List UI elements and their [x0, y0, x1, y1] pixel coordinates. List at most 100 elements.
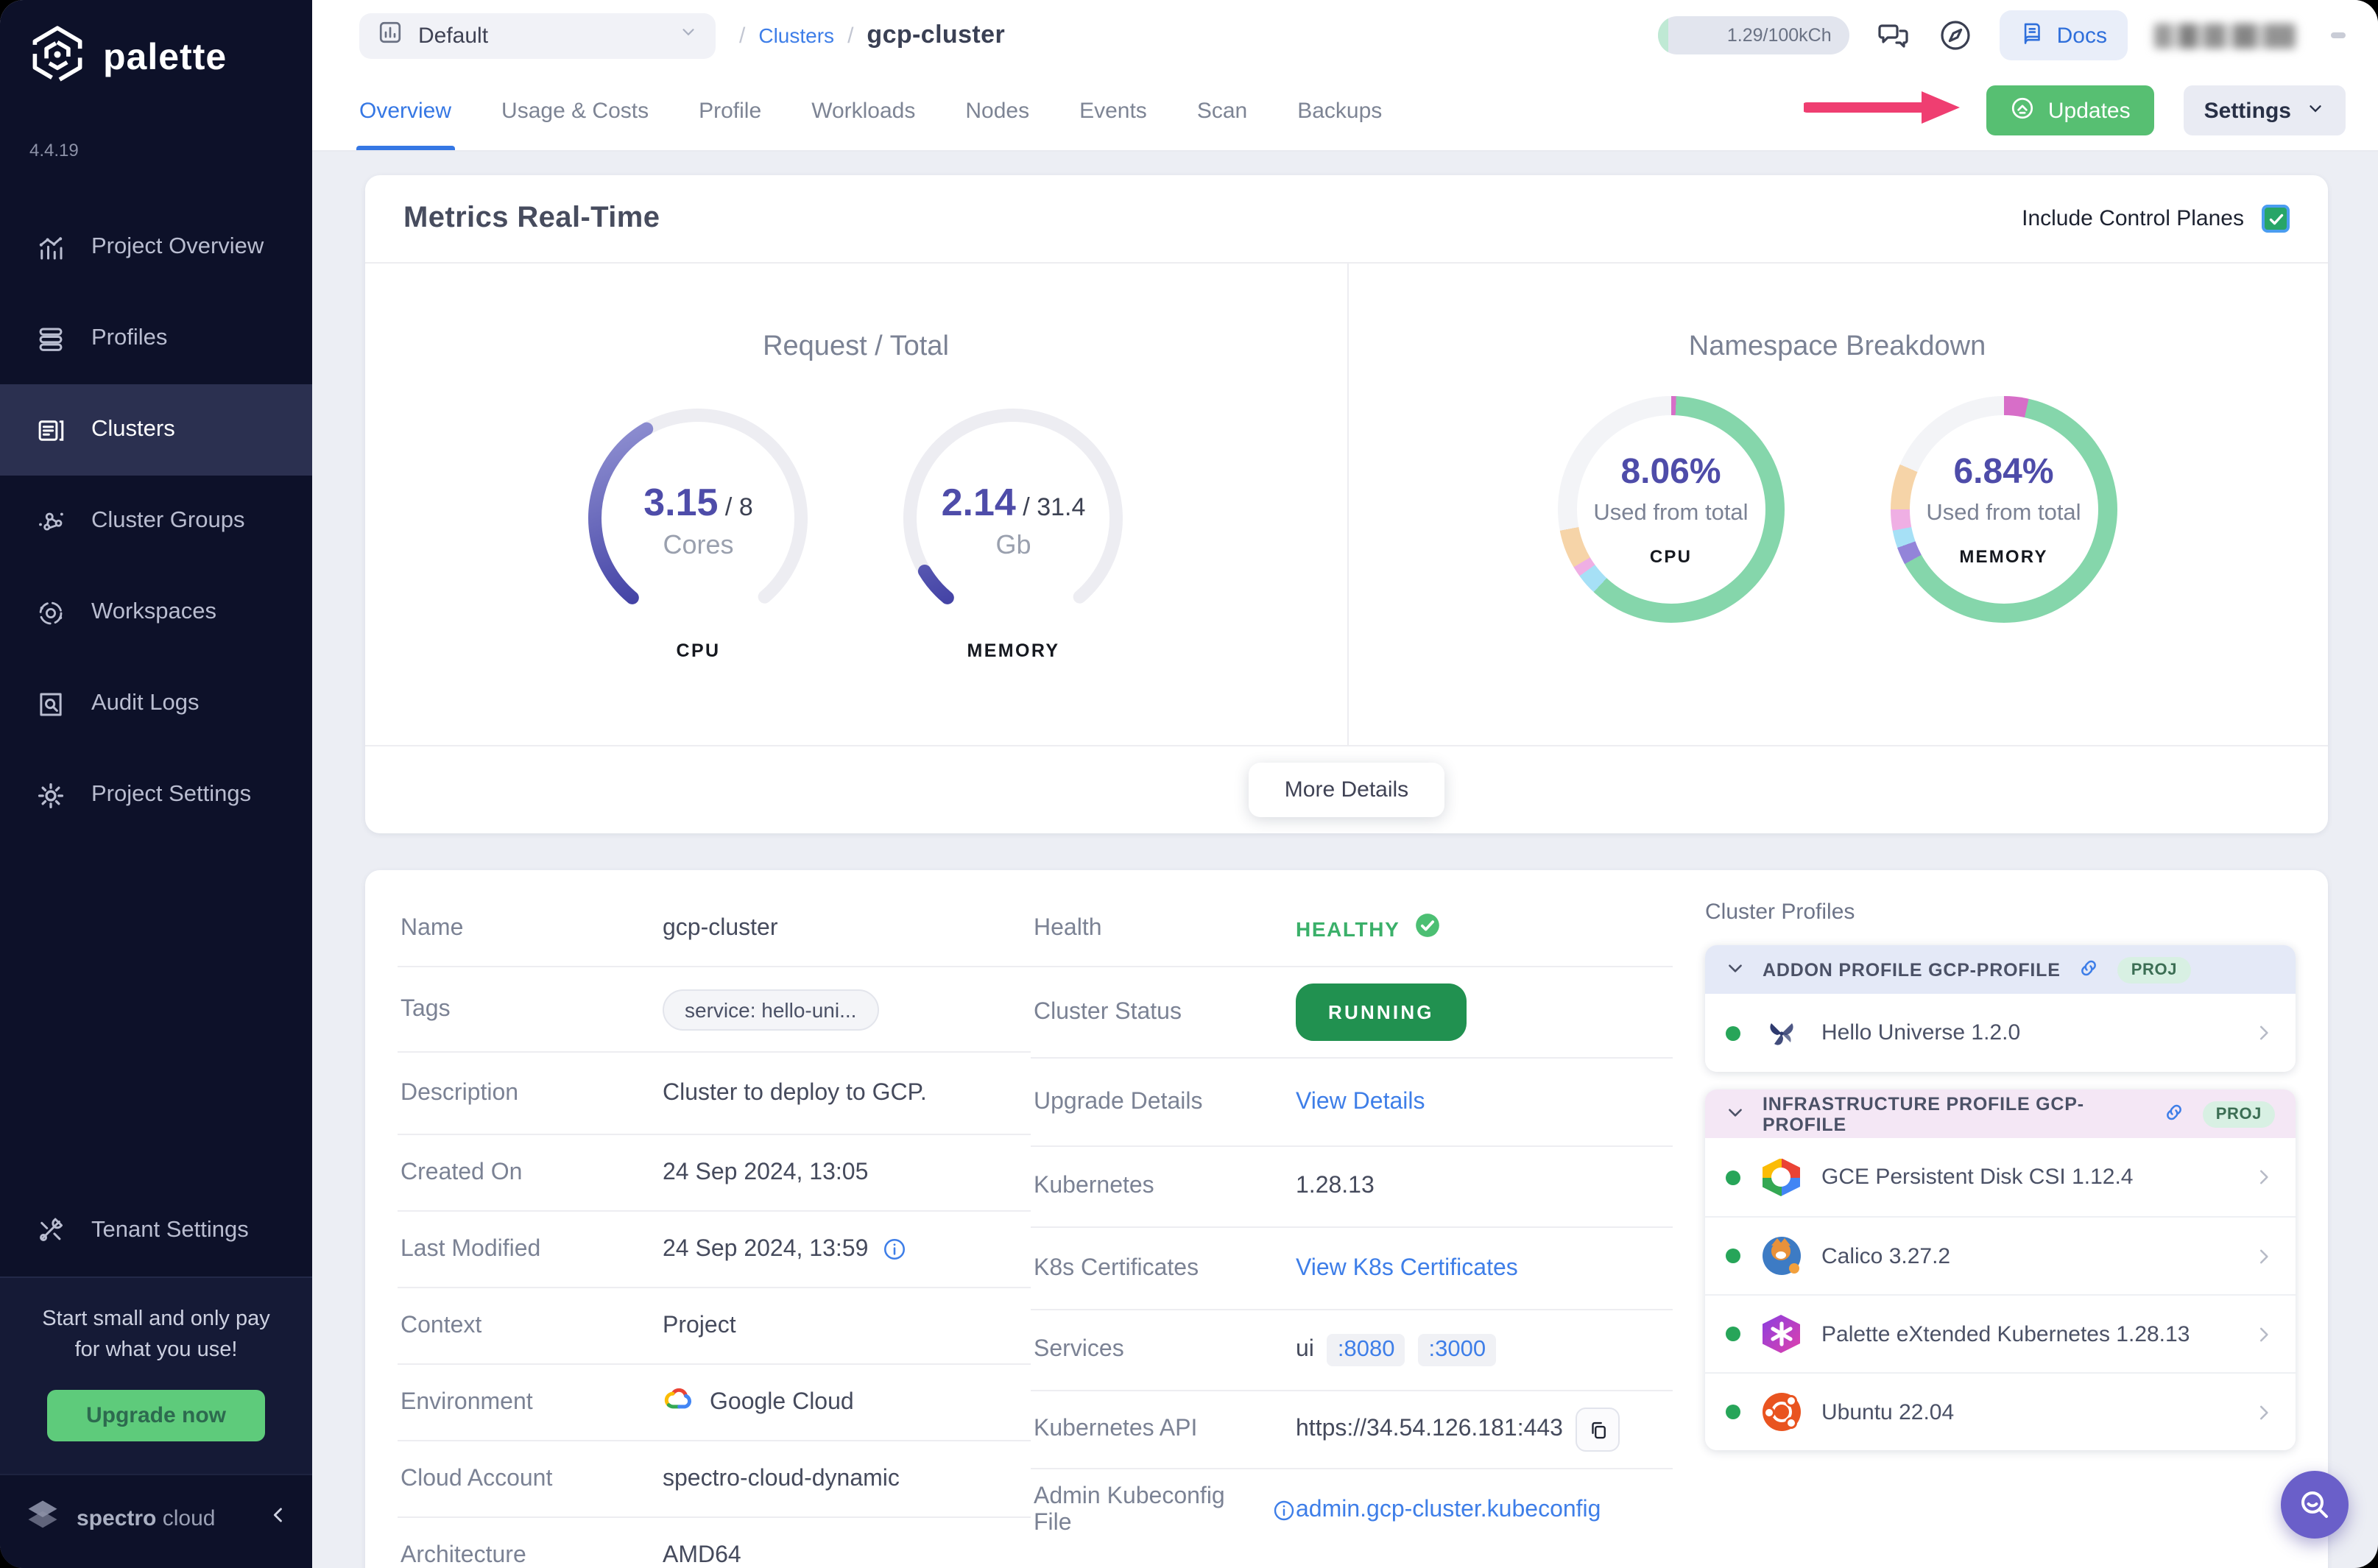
sidebar-item-clusters[interactable]: Clusters — [0, 384, 312, 476]
profile-layer-name: Calico 3.27.2 — [1821, 1243, 1951, 1268]
namespace-breakdown-panel: Namespace Breakdown 8.06% Used from tota… — [1347, 264, 2328, 745]
chat-icon[interactable] — [1876, 18, 1911, 53]
info-icon[interactable] — [881, 1237, 906, 1262]
description-value: Cluster to deploy to GCP. — [663, 1080, 927, 1105]
sidebar-item-label: Audit Logs — [91, 691, 200, 716]
info-icon[interactable] — [1272, 1499, 1296, 1522]
memory-total-value: 31.4 — [1037, 492, 1086, 520]
search-fab-button[interactable] — [2281, 1471, 2349, 1539]
book-icon — [2020, 20, 2045, 51]
metrics-card: Metrics Real-Time Include Control Planes… — [365, 175, 2328, 833]
settings-button[interactable]: Settings — [2183, 85, 2346, 135]
profile-layer-row[interactable]: Palette eXtended Kubernetes 1.28.13 — [1705, 1294, 2296, 1372]
status-dot — [1726, 1405, 1740, 1419]
topbar: Default / Clusters / gcp-cluster 1.29/10… — [312, 0, 2378, 71]
sidebar-item-audit-logs[interactable]: Audit Logs — [0, 658, 312, 749]
docs-button[interactable]: Docs — [1999, 10, 2128, 60]
tag-chip[interactable]: service: hello-uni... — [663, 989, 879, 1030]
sidebar-item-label: Tenant Settings — [91, 1217, 249, 1243]
gce-disk-logo-icon — [1761, 1157, 1801, 1197]
view-k8s-certificates-link[interactable]: View K8s Certificates — [1296, 1255, 1518, 1282]
sidebar-item-tenant-settings[interactable]: Tenant Settings — [0, 1185, 312, 1276]
tab-nodes[interactable]: Nodes — [965, 71, 1029, 150]
palette-logo-icon — [27, 24, 88, 93]
cpu-caption: CPU — [676, 640, 721, 661]
namespace-memory-caption: MEMORY — [1959, 546, 2048, 567]
tab-workloads[interactable]: Workloads — [811, 71, 915, 150]
infrastructure-profile-header[interactable]: INFRASTRUCTURE PROFILE GCP-PROFILE PROJ — [1705, 1090, 2296, 1138]
circle-up-icon — [2010, 95, 2035, 126]
table-row: Kubernetes 1.28.13 — [1031, 1147, 1673, 1228]
tab-scan[interactable]: Scan — [1197, 71, 1247, 150]
breadcrumb-clusters-link[interactable]: Clusters — [758, 24, 834, 47]
chevron-down-icon — [2306, 98, 2325, 123]
sidebar-item-project-settings[interactable]: Project Settings — [0, 749, 312, 841]
sidebar-item-label: Clusters — [91, 417, 175, 442]
scope-badge: PROJ — [2117, 956, 2191, 983]
service-port-link[interactable]: :3000 — [1418, 1334, 1497, 1366]
namespace-memory-subtitle: Used from total — [1926, 501, 2081, 526]
bar-chart-icon — [35, 232, 66, 263]
compass-icon[interactable] — [1938, 18, 1973, 53]
profile-layer-name: Palette eXtended Kubernetes 1.28.13 — [1821, 1321, 2190, 1346]
chevron-right-icon — [2253, 1245, 2275, 1267]
service-port-link[interactable]: :8080 — [1327, 1334, 1405, 1366]
status-dot — [1726, 1170, 1740, 1184]
namespace-cpu-percent: 8.06% — [1620, 452, 1721, 492]
infrastructure-profile-name: INFRASTRUCTURE PROFILE GCP-PROFILE — [1763, 1093, 2084, 1134]
namespace-cpu-subtitle: Used from total — [1593, 501, 1749, 526]
table-row: Admin Kubeconfig File admin.gcp-cluster.… — [1034, 1484, 1601, 1536]
tab-usage-costs[interactable]: Usage & Costs — [501, 71, 649, 150]
tab-profile[interactable]: Profile — [699, 71, 761, 150]
check-circle-icon — [1413, 911, 1441, 946]
profile-layer-row[interactable]: Hello Universe 1.2.0 — [1705, 994, 2296, 1072]
kubeconfig-download-link[interactable]: admin.gcp-cluster.kubeconfig — [1296, 1497, 1601, 1524]
sidebar-item-cluster-groups[interactable]: Cluster Groups — [0, 476, 312, 567]
view-details-link[interactable]: View Details — [1296, 1089, 1425, 1115]
sidebar-footer: spectro cloud — [0, 1474, 312, 1568]
upgrade-now-button[interactable]: Upgrade now — [47, 1390, 264, 1441]
chevron-right-icon — [2253, 1401, 2275, 1423]
table-row: Cloud Account spectro-cloud-dynamic — [398, 1441, 1031, 1518]
sidebar-item-label: Project Settings — [91, 782, 252, 807]
ubuntu-logo-icon — [1761, 1392, 1801, 1432]
namespace-breakdown-title: Namespace Breakdown — [1688, 331, 1986, 362]
updates-button[interactable]: Updates — [1986, 85, 2154, 135]
table-row: Last Modified 24 Sep 2024, 13:59 — [398, 1212, 1031, 1288]
table-row: Cluster Status RUNNING — [1031, 967, 1673, 1059]
profile-layer-row[interactable]: Ubuntu 22.04 — [1705, 1372, 2296, 1450]
addon-profile-name: ADDON PROFILE GCP-PROFILE — [1763, 959, 2061, 980]
cloud-account-value: spectro-cloud-dynamic — [663, 1466, 900, 1491]
sidebar-item-workspaces[interactable]: Workspaces — [0, 567, 312, 658]
table-row: K8s Certificates View K8s Certificates — [1031, 1228, 1673, 1310]
table-row: Services ui :8080 :3000 — [1031, 1310, 1673, 1391]
tools-icon — [35, 1215, 66, 1246]
table-row: Kubernetes API https://34.54.126.181:443 — [1031, 1391, 1673, 1469]
kubernetes-version-value: 1.28.13 — [1296, 1173, 1375, 1198]
link-icon[interactable] — [2078, 956, 2100, 983]
project-selector[interactable]: Default — [359, 13, 716, 58]
status-dot — [1726, 1025, 1740, 1040]
tab-bar: Overview Usage & Costs Profile Workloads… — [312, 71, 2378, 150]
profile-layer-row[interactable]: Calico 3.27.2 — [1705, 1216, 2296, 1294]
copy-button[interactable] — [1576, 1408, 1620, 1452]
sidebar-item-label: Project Overview — [91, 234, 264, 259]
tab-events[interactable]: Events — [1079, 71, 1147, 150]
breadcrumb-separator: / — [847, 23, 854, 48]
include-control-planes-checkbox[interactable] — [2262, 205, 2290, 233]
sidebar-item-profiles[interactable]: Profiles — [0, 293, 312, 384]
cluster-profiles-title: Cluster Profiles — [1705, 900, 1855, 925]
sidebar-item-project-overview[interactable]: Project Overview — [0, 202, 312, 293]
upgrade-promo: Start small and only pay for what you us… — [0, 1276, 312, 1474]
profile-layer-row[interactable]: GCE Persistent Disk CSI 1.12.4 — [1705, 1138, 2296, 1216]
chevron-down-icon — [1726, 1102, 1745, 1126]
tab-backups[interactable]: Backups — [1297, 71, 1382, 150]
chevron-down-icon — [1726, 958, 1745, 981]
link-icon[interactable] — [2163, 1101, 2185, 1127]
user-name-redacted[interactable] — [2154, 23, 2296, 48]
chevron-right-icon — [2253, 1166, 2275, 1188]
sidebar-collapse-chevron-icon[interactable] — [268, 1505, 289, 1533]
more-details-button[interactable]: More Details — [1249, 763, 1444, 817]
addon-profile-header[interactable]: ADDON PROFILE GCP-PROFILE PROJ — [1705, 945, 2296, 994]
tab-overview[interactable]: Overview — [356, 71, 454, 150]
